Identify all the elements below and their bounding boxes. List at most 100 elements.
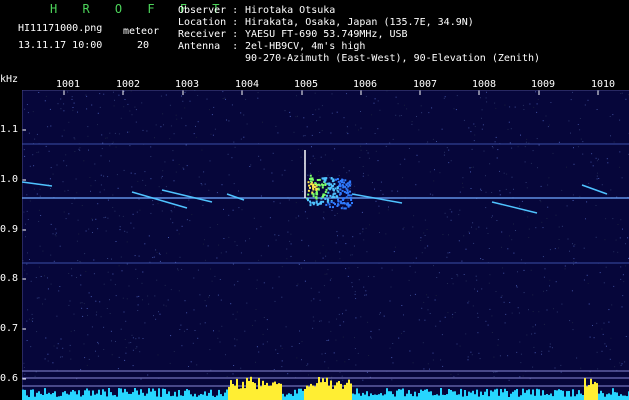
level-bar bbox=[32, 389, 34, 400]
noise-pixel bbox=[538, 144, 540, 146]
level-bar bbox=[360, 395, 362, 400]
noise-pixel bbox=[170, 335, 172, 337]
noise-pixel bbox=[234, 146, 236, 148]
echo-pixel bbox=[324, 197, 327, 200]
noise-pixel bbox=[25, 236, 26, 238]
echo-pixel bbox=[320, 197, 323, 200]
noise-pixel bbox=[489, 163, 491, 165]
level-bar bbox=[114, 395, 116, 400]
noise-pixel bbox=[100, 184, 102, 186]
level-bar bbox=[150, 391, 152, 400]
noise-pixel bbox=[32, 318, 34, 319]
noise-pixel bbox=[115, 295, 117, 297]
noise-pixel bbox=[481, 288, 483, 290]
noise-pixel bbox=[342, 379, 344, 381]
noise-pixel bbox=[503, 301, 505, 303]
echo-pixel bbox=[309, 204, 312, 207]
level-bar bbox=[76, 394, 78, 400]
noise-pixel bbox=[439, 172, 441, 174]
level-bar bbox=[480, 391, 482, 400]
noise-pixel bbox=[362, 166, 364, 167]
noise-pixel bbox=[158, 311, 159, 313]
level-bar bbox=[434, 395, 436, 400]
noise-pixel bbox=[378, 205, 380, 207]
noise-pixel bbox=[226, 119, 227, 121]
noise-pixel bbox=[514, 106, 516, 108]
noise-pixel bbox=[249, 166, 251, 167]
noise-pixel bbox=[111, 340, 112, 342]
noise-pixel bbox=[217, 294, 219, 296]
level-bar bbox=[130, 393, 132, 400]
echo-pixel bbox=[315, 193, 318, 196]
noise-pixel bbox=[274, 234, 276, 236]
noise-pixel bbox=[519, 376, 521, 378]
noise-pixel bbox=[528, 237, 530, 238]
noise-pixel bbox=[50, 167, 52, 169]
noise-pixel bbox=[324, 361, 326, 363]
spectrogram-canvas bbox=[22, 90, 629, 400]
level-bar bbox=[138, 394, 140, 400]
noise-pixel bbox=[211, 280, 213, 282]
noise-pixel bbox=[570, 132, 571, 134]
noise-pixel bbox=[34, 138, 36, 140]
noise-pixel bbox=[49, 178, 51, 180]
noise-pixel bbox=[434, 299, 436, 301]
noise-pixel bbox=[236, 244, 238, 246]
noise-pixel bbox=[393, 251, 395, 253]
noise-pixel bbox=[231, 104, 233, 106]
noise-pixel bbox=[546, 290, 548, 292]
noise-pixel bbox=[278, 234, 280, 236]
noise-pixel bbox=[145, 184, 147, 186]
echo-pixel bbox=[319, 201, 322, 204]
noise-pixel bbox=[319, 320, 320, 322]
level-bar bbox=[418, 393, 420, 400]
echo-pixel bbox=[342, 185, 345, 188]
level-bar bbox=[224, 392, 226, 400]
noise-pixel bbox=[391, 379, 393, 381]
noise-pixel bbox=[601, 184, 603, 186]
noise-pixel bbox=[136, 346, 138, 348]
noise-pixel bbox=[240, 252, 242, 254]
noise-pixel bbox=[94, 163, 96, 165]
noise-pixel bbox=[435, 295, 437, 297]
noise-pixel bbox=[367, 275, 369, 277]
echo-pixel bbox=[349, 190, 351, 193]
level-bar bbox=[448, 389, 450, 400]
noise-pixel bbox=[374, 133, 376, 134]
noise-pixel bbox=[523, 269, 525, 271]
level-bar bbox=[272, 382, 274, 400]
echo-pixel bbox=[318, 184, 321, 187]
level-bar bbox=[258, 378, 260, 400]
noise-pixel bbox=[313, 320, 315, 322]
noise-pixel bbox=[194, 330, 196, 331]
level-bar bbox=[350, 383, 352, 400]
noise-pixel bbox=[613, 141, 615, 143]
echo-pixel bbox=[325, 203, 328, 206]
noise-pixel bbox=[275, 239, 277, 241]
noise-pixel bbox=[312, 316, 314, 318]
noise-pixel bbox=[219, 279, 221, 280]
echo-pixel bbox=[334, 187, 337, 190]
noise-pixel bbox=[597, 368, 599, 370]
noise-pixel bbox=[210, 268, 211, 270]
echo-pixel bbox=[336, 186, 339, 189]
file-name: HI11171000.png bbox=[18, 23, 103, 34]
noise-pixel bbox=[579, 118, 581, 119]
level-bar bbox=[226, 389, 228, 400]
noise-pixel bbox=[55, 232, 57, 234]
level-bar bbox=[564, 396, 566, 400]
noise-pixel bbox=[620, 219, 622, 221]
noise-pixel bbox=[73, 313, 75, 315]
noise-pixel bbox=[474, 134, 476, 136]
noise-pixel bbox=[523, 292, 525, 294]
level-bar bbox=[570, 396, 572, 400]
level-bar bbox=[244, 388, 246, 400]
noise-pixel bbox=[230, 303, 232, 305]
noise-pixel bbox=[240, 367, 242, 369]
noise-pixel bbox=[519, 341, 521, 343]
noise-pixel bbox=[438, 272, 440, 274]
noise-pixel bbox=[170, 125, 172, 127]
noise-pixel bbox=[26, 263, 28, 265]
noise-pixel bbox=[29, 259, 30, 260]
noise-pixel bbox=[625, 336, 627, 337]
